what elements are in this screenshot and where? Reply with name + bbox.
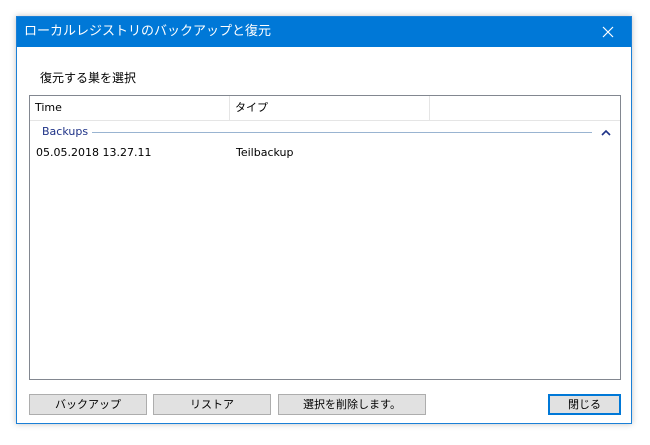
group-divider — [92, 132, 592, 133]
group-header[interactable]: Backups — [30, 123, 620, 141]
delete-selected-button[interactable]: 選択を削除します。 — [278, 394, 426, 415]
table-row[interactable]: 05.05.2018 13.27.11 Teilbackup — [30, 144, 620, 162]
restore-button[interactable]: リストア — [153, 394, 271, 415]
close-button[interactable]: 閉じる — [548, 394, 621, 415]
column-header-empty[interactable] — [430, 96, 620, 120]
window-title: ローカルレジストリのバックアップと復元 — [24, 24, 272, 39]
close-window-button[interactable] — [585, 17, 631, 47]
list-header: Time タイプ — [30, 96, 620, 121]
backup-button[interactable]: バックアップ — [29, 394, 147, 415]
row-time: 05.05.2018 13.27.11 — [36, 146, 152, 159]
dialog-window: ローカルレジストリのバックアップと復元 復元する巣を選択 Time タイプ Ba… — [16, 16, 632, 424]
group-name: Backups — [42, 125, 89, 138]
title-bar[interactable]: ローカルレジストリのバックアップと復元 — [17, 17, 631, 47]
column-header-type[interactable]: タイプ — [230, 96, 430, 120]
column-header-time[interactable]: Time — [30, 96, 230, 120]
chevron-up-icon[interactable] — [600, 127, 612, 137]
close-icon — [602, 23, 614, 42]
backup-list[interactable]: Time タイプ Backups 05.05.2018 13.27.11 Tei… — [29, 95, 621, 380]
section-label: 復元する巣を選択 — [40, 71, 137, 85]
row-type: Teilbackup — [236, 146, 294, 159]
